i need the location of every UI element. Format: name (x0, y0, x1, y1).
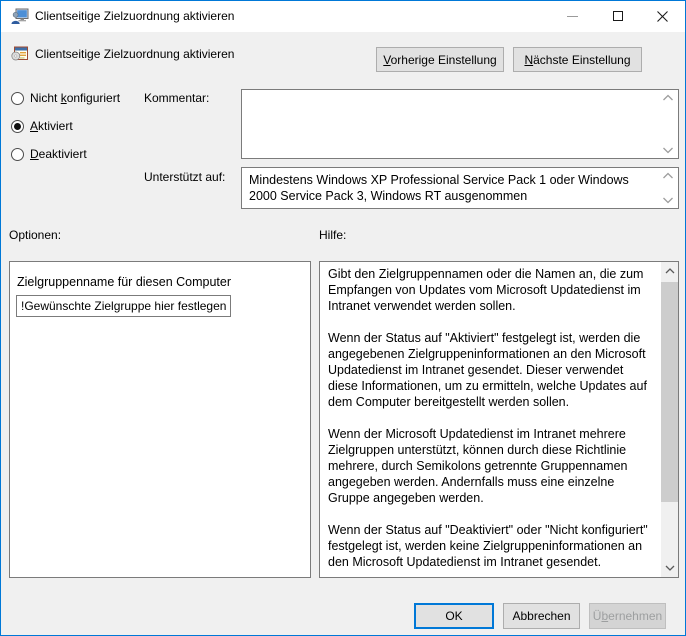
radio-disabled[interactable]: Deaktiviert (11, 147, 87, 161)
prev-mnemonic: V (383, 53, 390, 67)
radio-enabled[interactable]: Aktiviert (11, 119, 73, 133)
help-panel: Gibt den Zielgruppennamen oder die Namen… (319, 261, 679, 578)
window-title: Clientseitige Zielzuordnung aktivieren (35, 1, 234, 32)
maximize-icon (613, 11, 623, 21)
minimize-icon (567, 16, 578, 17)
user-computer-icon (11, 8, 29, 25)
supported-box: Mindestens Windows XP Professional Servi… (241, 167, 679, 209)
scroll-up-icon[interactable] (662, 94, 674, 102)
radio-circle (11, 148, 24, 161)
policy-setting-icon (11, 46, 28, 62)
apply-button: Übernehmen (589, 603, 666, 629)
help-paragraph: Wenn der Status auf "Aktiviert" festgele… (328, 330, 656, 410)
scrollbar-thumb[interactable] (661, 282, 678, 502)
scroll-down-button[interactable] (661, 560, 678, 576)
help-paragraph: Wenn der Status auf "Deaktiviert" oder "… (328, 522, 656, 570)
policy-setting-dialog: Clientseitige Zielzuordnung aktivieren C… (0, 0, 686, 636)
cancel-button[interactable]: Abbrechen (503, 603, 580, 629)
close-button[interactable] (640, 1, 685, 31)
radio-label: Deaktiviert (30, 147, 87, 161)
help-text: Gibt den Zielgruppennamen oder die Namen… (320, 262, 661, 577)
target-group-label: Zielgruppenname für diesen Computer (17, 275, 231, 289)
comment-label: Kommentar: (144, 91, 209, 105)
supported-text: Mindestens Windows XP Professional Servi… (242, 168, 678, 208)
scroll-down-icon (665, 565, 675, 571)
scroll-up-button[interactable] (661, 263, 678, 279)
next-setting-button[interactable]: Nächste Einstellung (513, 47, 642, 72)
radio-circle (11, 92, 24, 105)
next-label: ächste Einstellung (533, 53, 630, 67)
previous-setting-button[interactable]: Vorherige Einstellung (376, 47, 504, 72)
radio-circle (11, 120, 24, 133)
options-panel: Zielgruppenname für diesen Computer (9, 261, 311, 578)
comment-textarea[interactable] (242, 90, 678, 158)
prev-label: orherige Einstellung (391, 53, 497, 67)
help-section-label: Hilfe: (319, 228, 346, 242)
setting-title: Clientseitige Zielzuordnung aktivieren (35, 47, 234, 61)
maximize-button[interactable] (595, 1, 640, 31)
radio-label: Nicht konfiguriert (30, 91, 120, 105)
target-group-input[interactable] (16, 295, 231, 317)
scroll-up-icon[interactable] (662, 172, 674, 180)
supported-label: Unterstützt auf: (144, 170, 225, 184)
next-mnemonic: N (524, 53, 533, 67)
apply-post: ernehmen (608, 609, 662, 623)
close-icon (657, 11, 668, 22)
comment-box (241, 89, 679, 159)
window-controls (550, 1, 685, 31)
help-scrollbar[interactable] (661, 262, 678, 577)
radio-not-configured[interactable]: Nicht konfiguriert (11, 91, 120, 105)
titlebar: Clientseitige Zielzuordnung aktivieren (1, 1, 685, 32)
scroll-up-icon (665, 268, 675, 274)
help-paragraph: Gibt den Zielgruppennamen oder die Namen… (328, 266, 656, 314)
radio-label: Aktiviert (30, 119, 73, 133)
scroll-down-icon[interactable] (662, 146, 674, 154)
ok-button[interactable]: OK (414, 603, 494, 629)
options-section-label: Optionen: (9, 228, 61, 242)
help-paragraph: Wenn der Microsoft Updatedienst im Intra… (328, 426, 656, 506)
scroll-down-icon[interactable] (662, 196, 674, 204)
minimize-button[interactable] (550, 1, 595, 31)
